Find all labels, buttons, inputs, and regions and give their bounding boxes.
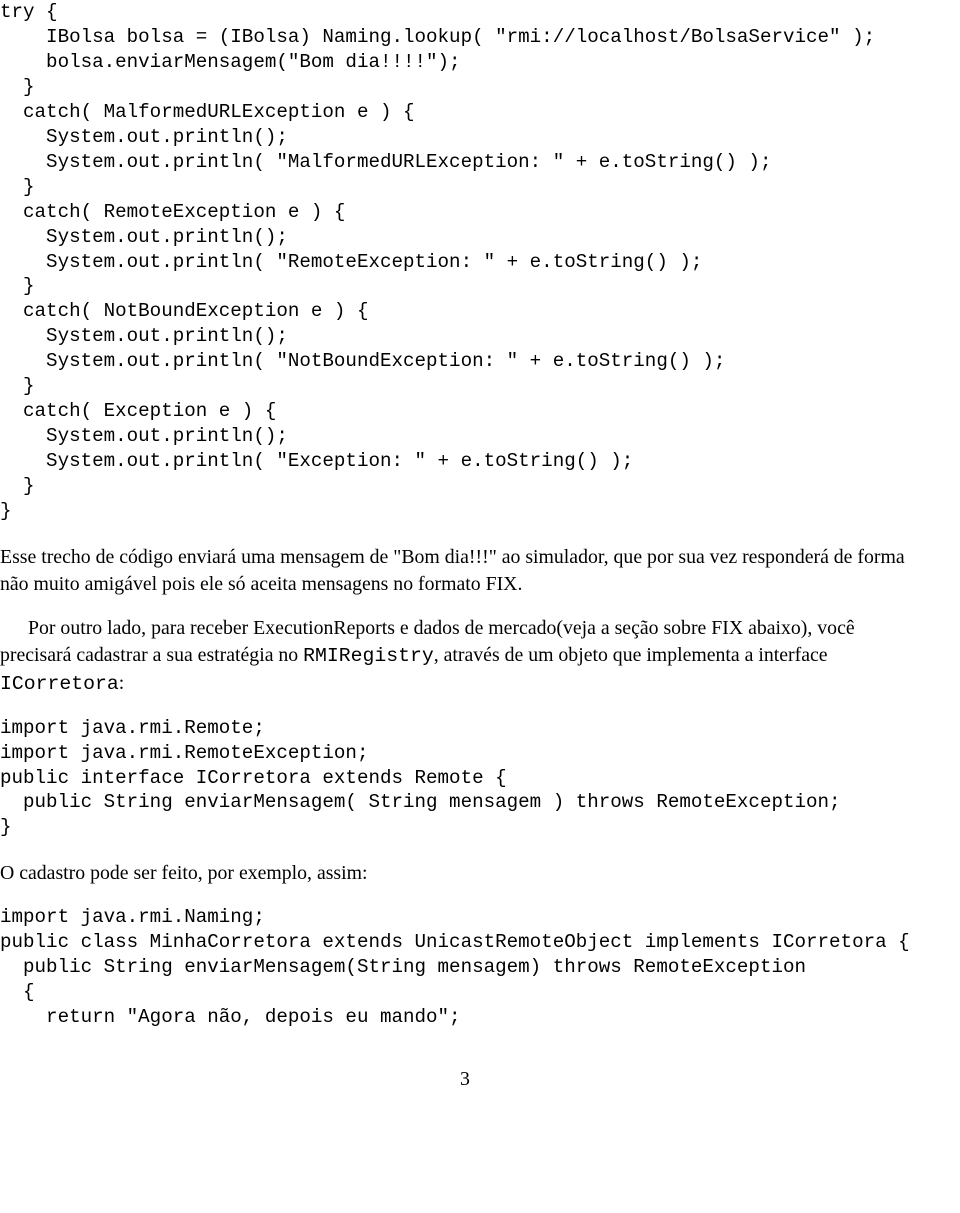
text-run: : bbox=[119, 672, 125, 694]
code-block-class: import java.rmi.Naming; public class Min… bbox=[0, 905, 930, 1030]
paragraph-1b: Por outro lado, para receber ExecutionRe… bbox=[0, 615, 930, 697]
code-block-interface: import java.rmi.Remote; import java.rmi.… bbox=[0, 716, 930, 841]
paragraph-1a: Esse trecho de código enviará uma mensag… bbox=[0, 544, 930, 597]
text-run: , através de um objeto que implementa a … bbox=[434, 644, 828, 666]
document-page: try { IBolsa bolsa = (IBolsa) Naming.loo… bbox=[0, 0, 960, 1131]
code-block-try-catch: try { IBolsa bolsa = (IBolsa) Naming.loo… bbox=[0, 0, 930, 524]
inline-code-icorretora: ICorretora bbox=[0, 673, 119, 695]
paragraph-2: O cadastro pode ser feito, por exemplo, … bbox=[0, 860, 930, 887]
inline-code-rmiregistry: RMIRegistry bbox=[303, 645, 434, 667]
page-number: 3 bbox=[0, 1068, 930, 1091]
